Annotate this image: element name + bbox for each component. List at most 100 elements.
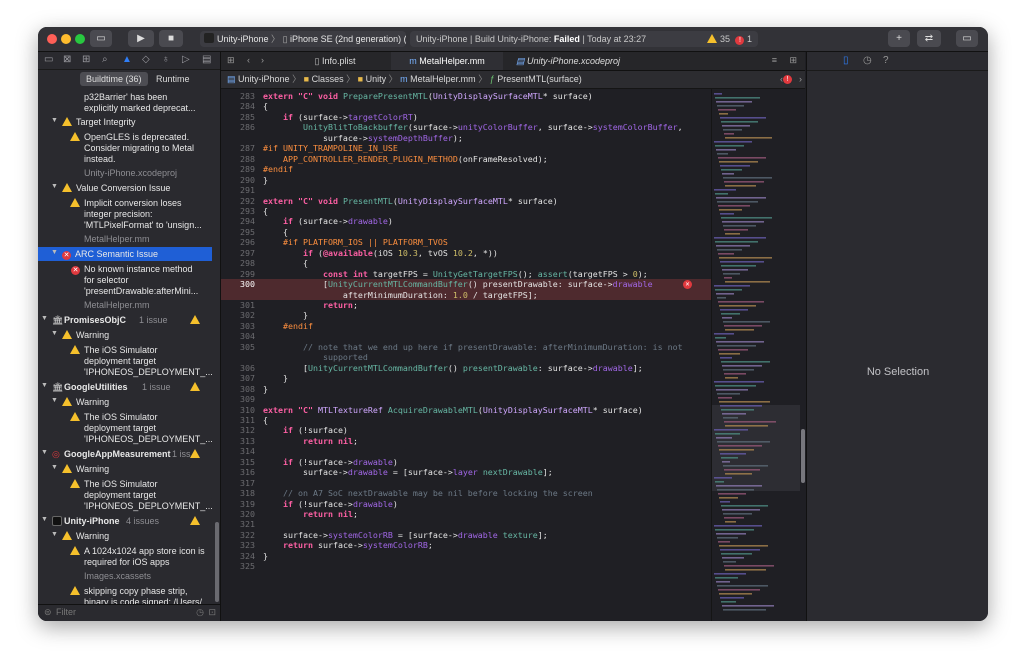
code-line[interactable]: extern "C" void PreparePresentMTL(UnityD… [263,91,593,101]
source-control-icon[interactable]: ⊠ [63,54,71,65]
code-line[interactable]: return surface->systemColorRB; [263,540,433,550]
tab-xcodeproj[interactable]: ▤ Unity-iPhone.xcodeproj [503,52,633,70]
issue-group-row[interactable]: ▼ Unity-iPhone 4 issues [38,516,212,527]
navigator-toggle-button[interactable]: ▭ [90,30,112,47]
report-icon[interactable]: ▤ [202,54,211,65]
disclosure-triangle-icon[interactable]: ▼ [51,330,58,337]
add-editor-icon[interactable]: ⊞ [789,55,797,66]
editor-scrollbar[interactable] [801,429,805,483]
breadcrumb-function[interactable]: PresentMTL(surface) [497,74,582,84]
code-line[interactable]: return nil; [263,436,358,446]
issue-list-scrollbar[interactable] [215,522,219,602]
issue-row[interactable]: The iOS Simulator [38,345,212,356]
debug-icon[interactable]: ♁ [162,54,170,65]
code-line[interactable]: if (!surface->drawable) [263,499,398,509]
filter-input[interactable]: Filter [56,607,76,617]
code-line[interactable]: } [263,310,308,320]
code-line[interactable]: { [263,206,268,216]
code-line[interactable]: { [263,258,308,268]
library-button[interactable]: + [888,30,910,47]
hierarchy-icon[interactable]: ⊞ [82,54,90,65]
warning-count-badge[interactable]: 35 [707,31,730,47]
code-line[interactable]: if (surface->targetColorRT) [263,112,418,122]
issue-category-row[interactable]: ▼ Warning [38,464,212,475]
inspector-toggle-button[interactable]: ▭ [956,30,978,47]
issue-row[interactable]: skipping copy phase strip, [38,586,212,597]
code-line[interactable]: if (!surface) [263,425,348,435]
code-line[interactable]: { [263,415,268,425]
code-line[interactable]: [UnityCurrentMTLCommandBuffer() presentD… [263,279,653,289]
seg-runtime[interactable]: Runtime [150,72,196,86]
code-line[interactable]: { [263,227,288,237]
issue-category-row[interactable]: ▼ Target Integrity [38,117,212,128]
forward-arrow-icon[interactable]: › [261,55,264,65]
code-line[interactable]: APP_CONTROLLER_RENDER_PLUGIN_METHOD(onFr… [263,154,548,164]
issue-row[interactable]: OpenGLES is deprecated. [38,132,212,143]
code-line[interactable]: if (surface->drawable) [263,216,393,226]
source-editor[interactable]: 283 extern "C" void PreparePresentMTL(Uni… [221,89,711,621]
issue-group-row[interactable]: ▼ 🏛 GoogleUtilities 1 issue [38,382,212,393]
issue-category-row[interactable]: ▼ Warning [38,531,212,542]
editor-options-icon[interactable]: ≡ [772,55,777,65]
device-name[interactable]: iPhone SE (2nd generation) (14.0) [290,34,406,44]
breadcrumb-file[interactable]: MetalHelper.mm [410,74,476,84]
issue-category-row[interactable]: ▼ Warning [38,330,212,341]
disclosure-triangle-icon[interactable]: ▼ [41,315,48,322]
help-icon[interactable]: ? [883,55,889,66]
issue-row[interactable]: The iOS Simulator [38,412,212,423]
disclosure-triangle-icon[interactable]: ▼ [51,117,58,124]
error-count-badge[interactable]: ! 1 [735,31,752,47]
issue-group-row[interactable]: ▼ ◎ GoogleAppMeasurement 1 iss... [38,449,212,460]
next-issue-icon[interactable]: › [799,71,802,88]
issue-category-row[interactable]: ▼ ✕ ARC Semantic Issue [38,247,212,261]
code-line[interactable]: if (!surface->drawable) [263,457,398,467]
tab-metalhelper[interactable]: m MetalHelper.mm [391,52,503,70]
code-line[interactable]: afterMinimumDuration: 1.0 / targetFPS]; [263,290,538,300]
issue-warning-icon[interactable]: ▲ [122,54,132,65]
breadcrumb-classes[interactable]: Classes [312,74,344,84]
disclosure-triangle-icon[interactable]: ▼ [41,516,48,523]
code-line[interactable]: surface->systemColorRB = [surface->drawa… [263,530,548,540]
search-icon[interactable]: ⌕ [102,54,108,65]
grid-icon[interactable]: ⊞ [227,55,235,66]
code-line[interactable]: } [263,373,288,383]
breadcrumb-unity[interactable]: Unity [366,74,387,84]
code-line[interactable]: extern "C" void PresentMTL(UnityDisplayS… [263,196,558,206]
disclosure-triangle-icon[interactable]: ▼ [51,531,58,538]
disclosure-triangle-icon[interactable]: ▼ [41,449,48,456]
issue-row[interactable]: Implicit conversion loses [38,198,212,209]
disclosure-triangle-icon[interactable]: ▼ [51,183,58,190]
disclosure-triangle-icon[interactable]: ▼ [51,249,58,256]
issue-row[interactable]: A 1024x1024 app store icon is [38,546,212,557]
code-line[interactable]: return; [263,300,358,310]
minimize-window-button[interactable] [61,34,71,44]
code-line[interactable]: surface->systemDepthBuffer); [263,133,463,143]
code-line[interactable]: } [263,175,268,185]
code-line[interactable]: } [263,384,268,394]
breakpoint-icon[interactable]: ▷ [182,54,190,65]
code-line[interactable]: // on A7 SoC nextDrawable may be nil bef… [263,488,593,498]
issue-row[interactable]: ✕ No known instance method [38,264,212,275]
code-line[interactable]: UnityBlitToBackbuffer(surface->unityColo… [263,122,683,132]
code-review-button[interactable]: ⇄ [917,30,941,47]
code-line[interactable]: if (@available(iOS 10.3, tvOS 10.2, *)) [263,248,498,258]
code-line[interactable]: #if UNITY_TRAMPOLINE_IN_USE [263,143,398,153]
breadcrumb-project[interactable]: Unity-iPhone [238,74,290,84]
code-line[interactable]: extern "C" MTLTextureRef AcquireDrawable… [263,405,643,415]
code-line[interactable]: #endif [263,164,293,174]
back-arrow-icon[interactable]: ‹ [247,55,250,65]
zoom-window-button[interactable] [75,34,85,44]
code-line[interactable]: return nil; [263,509,358,519]
test-icon[interactable]: ◇ [142,54,150,65]
recent-filter-icon[interactable]: ◷ [196,607,204,618]
issue-row[interactable]: The iOS Simulator [38,479,212,490]
issue-category-row[interactable]: ▼ Warning [38,397,212,408]
code-line[interactable]: // note that we end up here if presentDr… [263,342,683,352]
code-line[interactable]: supported [263,352,368,362]
code-line[interactable]: #if PLATFORM_IOS || PLATFORM_TVOS [263,237,448,247]
issues-filter-icon[interactable]: ⊡ [208,607,216,618]
issue-category-row[interactable]: ▼ Value Conversion Issue [38,183,212,194]
seg-buildtime[interactable]: Buildtime (36) [80,72,148,86]
code-line[interactable]: } [263,551,268,561]
minimap[interactable] [711,89,806,621]
